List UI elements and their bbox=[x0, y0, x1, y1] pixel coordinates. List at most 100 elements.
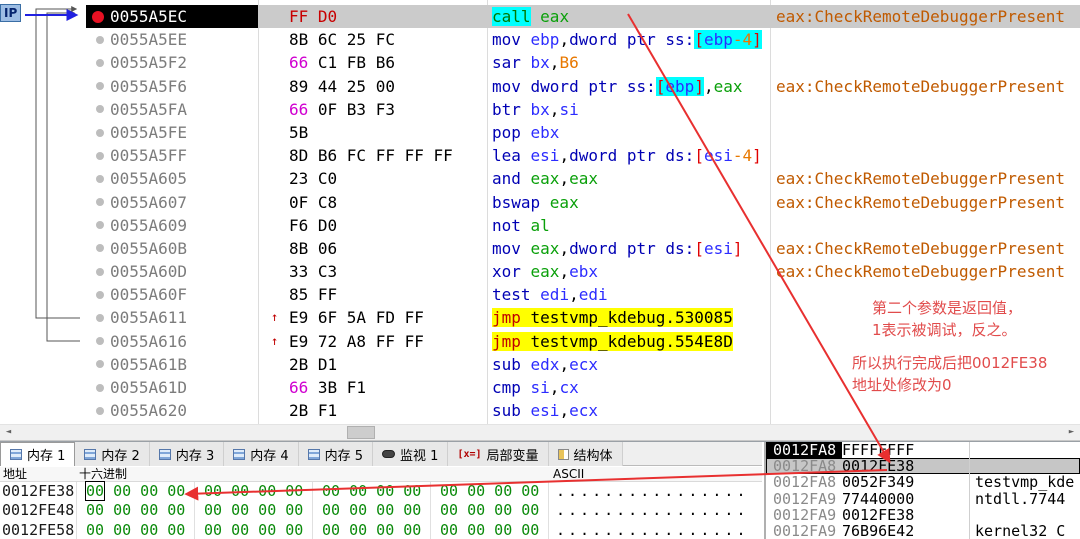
stack-pane[interactable]: 0012FA8 FFFFFFFF 0012FA8 0012FE38 0012FA8 005… bbox=[764, 442, 1080, 539]
dump-hex-group[interactable]: 00 00 00 00 bbox=[430, 482, 548, 502]
instruction-address[interactable]: 0055A60B bbox=[86, 237, 258, 260]
dump-row[interactable]: 0012FE58 00 00 00 00 00 00 00 00 00 00 00 0… bbox=[0, 520, 762, 539]
instruction-bytes[interactable]: ↑ E9 6F 5A FD FF bbox=[258, 306, 487, 329]
row-bullet-icon[interactable] bbox=[96, 82, 104, 91]
disasm-row[interactable]: 0055A609 F6 D0 not al bbox=[0, 214, 1080, 237]
tab-locals[interactable]: [x=] 局部变量 bbox=[448, 442, 549, 466]
scroll-left-icon[interactable]: ◄ bbox=[0, 425, 17, 440]
disasm-row[interactable]: 0055A60D 33 C3 xor eax,ebx eax:CheckRemoteD… bbox=[0, 260, 1080, 283]
row-bullet-icon[interactable] bbox=[96, 151, 104, 160]
dump-hex-group[interactable]: 00 00 00 00 bbox=[76, 501, 194, 521]
row-bullet-icon[interactable] bbox=[96, 35, 104, 44]
row-bullet-icon[interactable] bbox=[96, 244, 104, 253]
stack-row[interactable]: 0012FA9 77440000 ntdll.7744 bbox=[766, 490, 1080, 506]
instruction-text[interactable]: call eax bbox=[487, 5, 770, 29]
row-bullet-icon[interactable] bbox=[96, 267, 104, 276]
instruction-text[interactable]: btr bx,si bbox=[487, 98, 770, 121]
instruction-bytes[interactable]: 89 44 25 00 bbox=[258, 75, 487, 98]
instruction-text[interactable]: xor eax,ebx bbox=[487, 260, 770, 283]
dump-hex-group[interactable]: 00 00 00 00 bbox=[76, 520, 194, 539]
row-bullet-icon[interactable] bbox=[96, 174, 104, 183]
tab-struct[interactable]: 结构体 bbox=[548, 442, 623, 466]
tab-memory-3[interactable]: 内存 3 bbox=[149, 442, 225, 466]
instruction-text[interactable]: pop ebx bbox=[487, 121, 770, 144]
dump-hex-group[interactable]: 00 00 00 00 bbox=[312, 482, 430, 502]
instruction-text[interactable]: bswap eax bbox=[487, 191, 770, 214]
instruction-text[interactable]: lea esi,dword ptr ds:[esi-4] bbox=[487, 144, 770, 167]
instruction-address[interactable]: 0055A611 bbox=[86, 306, 258, 329]
disasm-row[interactable]: 0055A620 2B F1 sub esi,ecx bbox=[0, 399, 1080, 422]
row-bullet-icon[interactable] bbox=[96, 128, 104, 137]
instruction-address[interactable]: 0055A5F6 bbox=[86, 75, 258, 98]
instruction-address[interactable]: 0055A605 bbox=[86, 167, 258, 190]
instruction-address[interactable]: 0055A620 bbox=[86, 399, 258, 422]
instruction-address[interactable]: 0055A5FE bbox=[86, 121, 258, 144]
instruction-bytes[interactable]: 66 0F B3 F3 bbox=[258, 98, 487, 121]
instruction-text[interactable]: jmp testvmp_kdebug.530085 bbox=[487, 306, 770, 329]
instruction-bytes[interactable]: 2B F1 bbox=[258, 399, 487, 422]
dump-hex-group[interactable]: 00 00 00 00 bbox=[312, 520, 430, 539]
instruction-address[interactable]: 0055A61D bbox=[86, 376, 258, 399]
disasm-row[interactable]: 0055A5EE 8B 6C 25 FC mov ebp,dword ptr ss:… bbox=[0, 28, 1080, 51]
tab-memory-1[interactable]: 内存 1 bbox=[0, 442, 76, 466]
selected-byte[interactable]: 00 bbox=[84, 481, 106, 501]
tab-watch-1[interactable]: 监视 1 bbox=[373, 442, 449, 466]
row-bullet-icon[interactable] bbox=[96, 383, 104, 392]
stack-row[interactable]: 0012FA9 76B96E42 kernel32_C bbox=[766, 523, 1080, 539]
stack-row[interactable]: 0012FA8 0052F349 testvmp_kde bbox=[766, 474, 1080, 490]
instruction-bytes[interactable]: ↑ E9 72 A8 FF FF bbox=[258, 330, 487, 353]
stack-row[interactable]: 0012FA9 0012FE38 bbox=[766, 507, 1080, 523]
instruction-bytes[interactable]: 66 C1 FB B6 bbox=[258, 51, 487, 74]
tab-bar[interactable]: 内存 1 内存 2 内存 3 内存 4 内存 5 监视 1 [x=] 局部变量 结构体 bbox=[0, 442, 762, 466]
memory-dump-pane[interactable]: 地址 十六进制 ASCII 0012FE38 00 00 00 00 00 00 0… bbox=[0, 467, 762, 539]
instruction-bytes[interactable]: 33 C3 bbox=[258, 260, 487, 283]
instruction-text[interactable]: test edi,edi bbox=[487, 283, 770, 306]
stack-row[interactable]: 0012FA8 FFFFFFFF bbox=[766, 442, 1080, 458]
disasm-row[interactable]: 0055A605 23 C0 and eax,eax eax:CheckRemoteD… bbox=[0, 167, 1080, 190]
disasm-row[interactable]: 0055A5F6 89 44 25 00 mov dword ptr ss:[ebp… bbox=[0, 75, 1080, 98]
instruction-bytes[interactable]: 2B D1 bbox=[258, 353, 487, 376]
dump-hex-group[interactable]: 00 00 00 00 bbox=[76, 481, 194, 502]
disasm-row[interactable]: 0055A5FA 66 0F B3 F3 btr bx,si bbox=[0, 98, 1080, 121]
instruction-text[interactable]: mov dword ptr ss:[ebp],eax bbox=[487, 75, 770, 98]
tab-memory-2[interactable]: 内存 2 bbox=[75, 442, 150, 466]
disasm-row[interactable]: 0055A5EC FF D0 call eax eax:CheckRemoteDebu… bbox=[0, 5, 1080, 29]
instruction-bytes[interactable]: FF D0 bbox=[258, 5, 487, 29]
instruction-bytes[interactable]: 8B 06 bbox=[258, 237, 487, 260]
instruction-bytes[interactable]: 8B 6C 25 FC bbox=[258, 28, 487, 51]
disasm-row[interactable]: 0055A5FF 8D B6 FC FF FF FF lea esi,dword p… bbox=[0, 144, 1080, 167]
instruction-address[interactable]: 0055A60F bbox=[86, 283, 258, 306]
instruction-address[interactable]: 0055A609 bbox=[86, 214, 258, 237]
dump-row[interactable]: 0012FE38 00 00 00 00 00 00 00 00 00 00 00 0… bbox=[0, 481, 762, 502]
instruction-text[interactable]: cmp si,cx bbox=[487, 376, 770, 399]
instruction-bytes[interactable]: 66 3B F1 bbox=[258, 376, 487, 399]
instruction-address[interactable]: 0055A5EE bbox=[86, 28, 258, 51]
instruction-address[interactable]: 0055A5EC bbox=[86, 5, 258, 29]
row-bullet-icon[interactable] bbox=[96, 290, 104, 299]
instruction-bytes[interactable]: 5B bbox=[258, 121, 487, 144]
instruction-bytes[interactable]: 23 C0 bbox=[258, 167, 487, 190]
instruction-text[interactable]: jmp testvmp_kdebug.554E8D bbox=[487, 330, 770, 353]
instruction-bytes[interactable]: F6 D0 bbox=[258, 214, 487, 237]
tab-memory-4[interactable]: 内存 4 bbox=[224, 442, 299, 466]
instruction-address[interactable]: 0055A60D bbox=[86, 260, 258, 283]
instruction-address[interactable]: 0055A616 bbox=[86, 330, 258, 353]
horizontal-scrollbar[interactable]: ◄ ► bbox=[0, 424, 1080, 441]
disasm-row[interactable]: 0055A5F2 66 C1 FB B6 sar bx,B6 bbox=[0, 51, 1080, 74]
dump-hex-group[interactable]: 00 00 00 00 bbox=[312, 501, 430, 521]
instruction-bytes[interactable]: 85 FF bbox=[258, 283, 487, 306]
disasm-row[interactable]: 0055A607 0F C8 bswap eax eax:CheckRemoteDeb… bbox=[0, 191, 1080, 214]
dump-hex-group[interactable]: 00 00 00 00 bbox=[194, 482, 312, 502]
dump-hex-group[interactable]: 00 00 00 00 bbox=[430, 520, 548, 539]
breakpoint-dot[interactable] bbox=[92, 10, 104, 23]
row-bullet-icon[interactable] bbox=[96, 105, 104, 114]
instruction-text[interactable]: sub edx,ecx bbox=[487, 353, 770, 376]
instruction-address[interactable]: 0055A5FF bbox=[86, 144, 258, 167]
tab-memory-5[interactable]: 内存 5 bbox=[298, 442, 374, 466]
row-bullet-icon[interactable] bbox=[96, 314, 104, 323]
instruction-text[interactable]: sar bx,B6 bbox=[487, 51, 770, 74]
instruction-text[interactable]: mov eax,dword ptr ds:[esi] bbox=[487, 237, 770, 260]
disasm-row[interactable]: 0055A60B 8B 06 mov eax,dword ptr ds:[esi] e… bbox=[0, 237, 1080, 260]
dump-hex-group[interactable]: 00 00 00 00 bbox=[194, 501, 312, 521]
row-bullet-icon[interactable] bbox=[96, 198, 104, 207]
